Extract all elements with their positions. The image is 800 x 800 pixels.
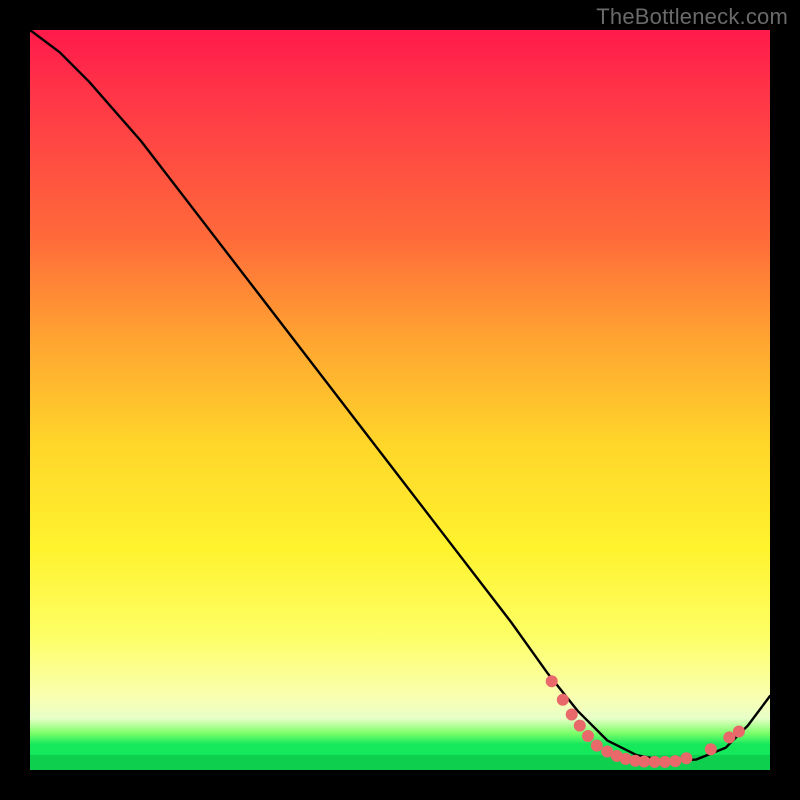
highlight-dot [638, 756, 650, 768]
highlight-dot [733, 726, 745, 738]
highlight-markers [546, 675, 745, 768]
highlight-dot [680, 752, 692, 764]
highlight-dot [705, 743, 717, 755]
bottleneck-curve [30, 30, 770, 761]
plot-area [30, 30, 770, 770]
highlight-dot [669, 755, 681, 767]
highlight-dot [591, 740, 603, 752]
curve-layer [30, 30, 770, 770]
highlight-dot [546, 675, 558, 687]
highlight-dot [566, 709, 578, 721]
highlight-dot [574, 720, 586, 732]
highlight-dot [659, 756, 671, 768]
highlight-dot [582, 730, 594, 742]
chart-stage: TheBottleneck.com [0, 0, 800, 800]
watermark-text: TheBottleneck.com [596, 4, 788, 30]
highlight-dot [649, 756, 661, 768]
highlight-dot [557, 694, 569, 706]
